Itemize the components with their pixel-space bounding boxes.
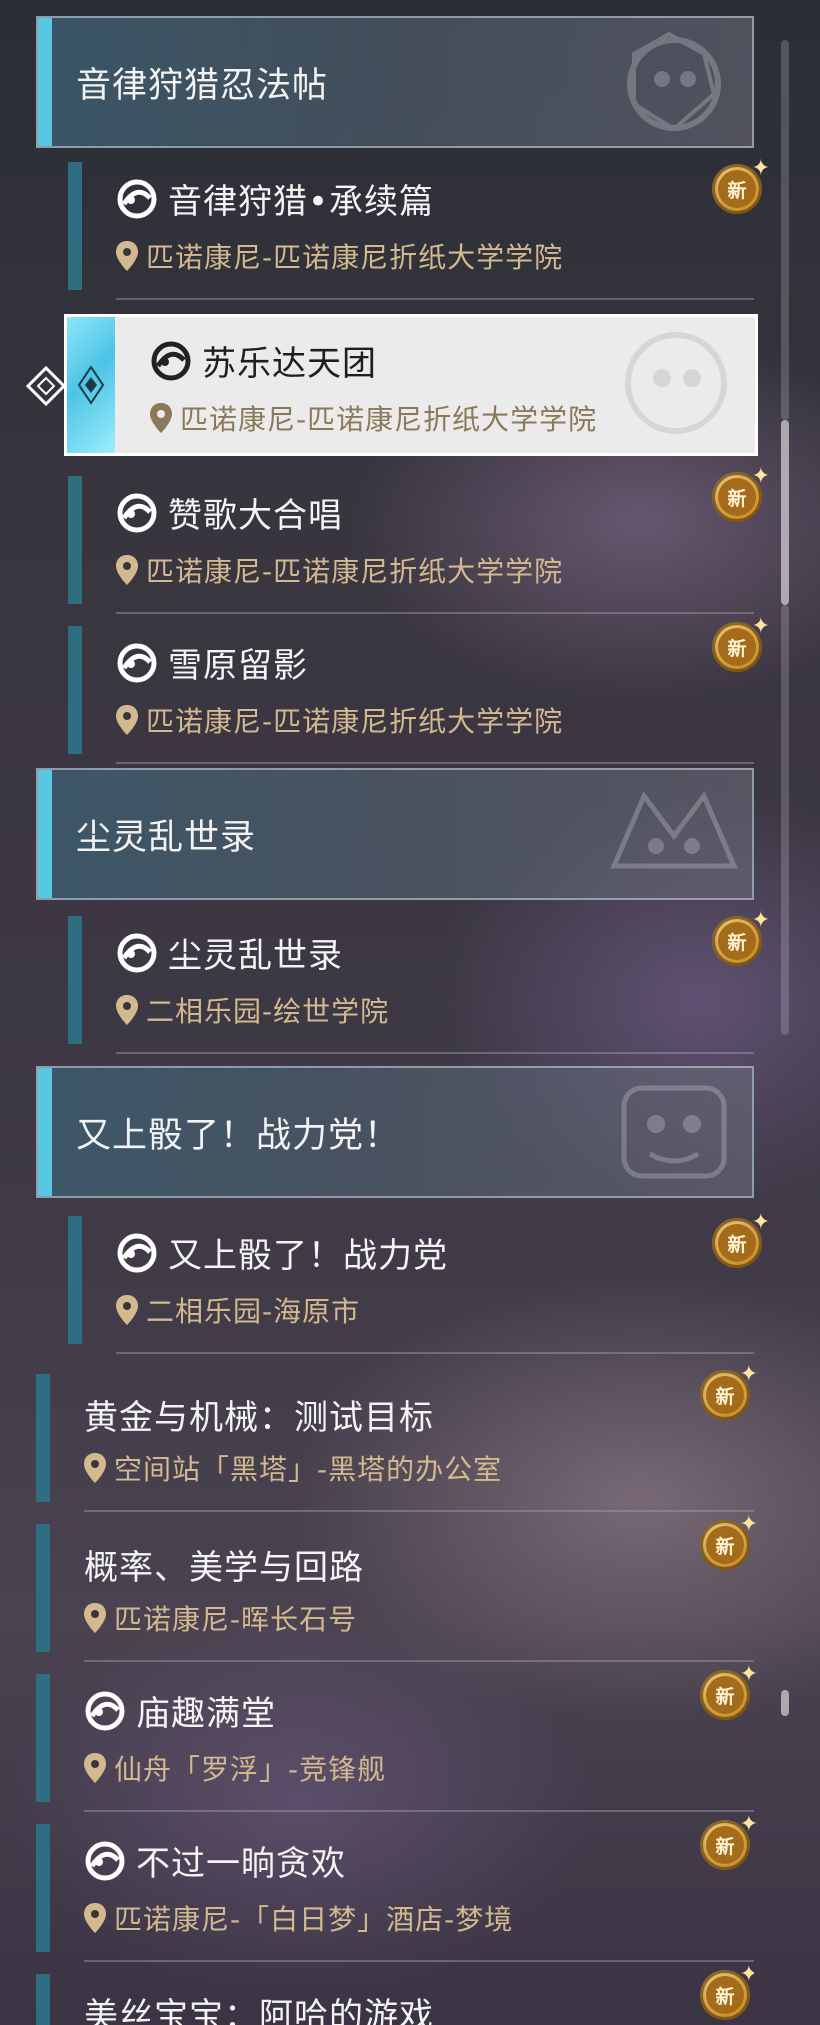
scrollbar-track[interactable]: [781, 40, 789, 420]
location-pin-icon: [116, 705, 138, 735]
scrollbar-thumb[interactable]: [781, 420, 789, 605]
quest-icon: [117, 1233, 157, 1272]
quest-title: 不过一晌贪欢: [136, 1844, 346, 1884]
quest-row[interactable]: 美丝宝宝：阿哈的游戏 新 ✦: [36, 1964, 754, 2025]
group-header-rhythm-hunt[interactable]: 音律狩猎忍法帖: [36, 16, 754, 148]
quest-location: 二相乐园-绘世学院: [146, 995, 390, 1028]
row-separator: [116, 298, 754, 300]
scrollbar-thumb[interactable]: [781, 1690, 789, 1716]
group-header-dust-chronicle[interactable]: 尘灵乱世录: [36, 768, 754, 900]
quest-icon: [151, 341, 191, 380]
group-accent-bar: [38, 1068, 52, 1196]
quest-icon: [117, 179, 157, 218]
quest-list: 音律狩猎忍法帖 音律狩猎•承续篇 匹诺康尼-匹诺康尼折纸大学学院 新 ✦ 苏乐达…: [0, 0, 820, 2025]
quest-title: 雪原留影: [168, 646, 308, 686]
selected-stripe: [67, 317, 115, 453]
row-accent-bar: [68, 626, 82, 754]
row-accent-bar: [36, 1674, 50, 1802]
group-emblem-icon: [625, 332, 727, 434]
row-separator: [116, 1352, 754, 1354]
quest-title: 美丝宝宝：阿哈的游戏: [84, 1996, 434, 2025]
quest-location: 匹诺康尼-晖长石号: [114, 1603, 358, 1636]
row-accent-bar: [68, 1216, 82, 1344]
quest-row[interactable]: 概率、美学与回路 匹诺康尼-晖长石号 新 ✦: [36, 1514, 758, 1662]
location-pin-icon: [116, 995, 138, 1025]
row-accent-bar: [36, 1374, 50, 1502]
row-separator: [116, 762, 754, 764]
row-separator: [84, 1510, 754, 1512]
row-separator: [116, 1052, 754, 1054]
group-accent-bar: [38, 770, 52, 898]
group-emblem-icon: [627, 31, 721, 132]
quest-row[interactable]: 不过一晌贪欢 匹诺康尼-「白日梦」酒店-梦境 新 ✦: [36, 1814, 758, 1962]
quest-location: 空间站「黑塔」-黑塔的办公室: [114, 1453, 503, 1486]
location-pin-icon: [84, 1603, 106, 1633]
group-emblem-icon: [621, 1085, 727, 1179]
row-accent-bar: [68, 162, 82, 290]
location-pin-icon: [116, 1295, 138, 1325]
new-badge: 新 ✦: [708, 466, 770, 528]
row-accent-bar: [36, 1524, 50, 1652]
quest-icon: [117, 933, 157, 972]
quest-location: 匹诺康尼-匹诺康尼折纸大学学院: [180, 403, 598, 436]
row-accent-bar: [68, 916, 82, 1044]
quest-icon: [85, 1691, 125, 1730]
location-pin-icon: [84, 1903, 106, 1933]
quest-row[interactable]: 赞歌大合唱 匹诺康尼-匹诺康尼折纸大学学院 新 ✦: [68, 466, 770, 614]
row-separator: [116, 612, 754, 614]
new-badge: 新 ✦: [696, 1514, 758, 1576]
new-badge: 新 ✦: [708, 1212, 770, 1274]
row-separator: [84, 1960, 754, 1962]
scrollbar-track[interactable]: [781, 605, 789, 1035]
group-header-dice-party[interactable]: 又上骰了！战力党！: [36, 1066, 754, 1198]
quest-title: 又上骰了！战力党: [168, 1236, 448, 1276]
quest-location: 匹诺康尼-「白日梦」酒店-梦境: [114, 1903, 514, 1936]
group-title: 音律狩猎忍法帖: [76, 65, 329, 106]
quest-row[interactable]: 音律狩猎•承续篇 匹诺康尼-匹诺康尼折纸大学学院 新 ✦: [68, 152, 770, 300]
row-accent-bar: [68, 476, 82, 604]
group-title: 尘灵乱世录: [76, 817, 257, 858]
quest-row[interactable]: 黄金与机械：测试目标 空间站「黑塔」-黑塔的办公室 新 ✦: [36, 1364, 758, 1512]
new-badge: 新 ✦: [708, 910, 770, 972]
quest-title: 概率、美学与回路: [84, 1548, 364, 1588]
quest-icon: [85, 1841, 125, 1880]
selection-cursor-icon: [25, 365, 67, 407]
new-badge: 新 ✦: [696, 1964, 754, 2025]
quest-icon: [117, 643, 157, 682]
new-badge: 新 ✦: [708, 616, 770, 678]
location-pin-icon: [150, 403, 172, 433]
group-emblem-icon: [610, 791, 738, 869]
quest-location: 匹诺康尼-匹诺康尼折纸大学学院: [146, 555, 564, 588]
quest-row[interactable]: 尘灵乱世录 二相乐园-绘世学院 新 ✦: [68, 906, 770, 1054]
quest-location: 仙舟「罗浮」-竞锋舰: [114, 1753, 387, 1786]
quest-location: 匹诺康尼-匹诺康尼折纸大学学院: [146, 241, 564, 274]
quest-location: 匹诺康尼-匹诺康尼折纸大学学院: [146, 705, 564, 738]
new-badge: 新 ✦: [696, 1814, 758, 1876]
quest-row[interactable]: 雪原留影 匹诺康尼-匹诺康尼折纸大学学院 新 ✦: [68, 616, 770, 764]
new-badge: 新 ✦: [696, 1664, 758, 1726]
new-badge: 新 ✦: [708, 158, 770, 220]
location-pin-icon: [116, 555, 138, 585]
quest-icon: [117, 493, 157, 532]
quest-row[interactable]: 庙趣满堂 仙舟「罗浮」-竞锋舰 新 ✦: [36, 1664, 758, 1812]
quest-title: 尘灵乱世录: [168, 936, 343, 976]
row-separator: [84, 1810, 754, 1812]
quest-title: 黄金与机械：测试目标: [84, 1398, 434, 1438]
quest-location: 二相乐园-海原市: [146, 1295, 361, 1328]
group-accent-bar: [38, 18, 52, 146]
quest-title: 苏乐达天团: [202, 344, 377, 384]
group-title: 又上骰了！战力党！: [76, 1115, 401, 1156]
row-separator: [84, 1660, 754, 1662]
new-badge: 新 ✦: [696, 1364, 758, 1426]
location-pin-icon: [84, 1453, 106, 1483]
row-accent-bar: [36, 1974, 50, 2025]
location-pin-icon: [84, 1753, 106, 1783]
quest-title: 音律狩猎•承续篇: [168, 182, 435, 222]
quest-row-selected[interactable]: 苏乐达天团 匹诺康尼-匹诺康尼折纸大学学院: [64, 314, 758, 456]
row-accent-bar: [36, 1824, 50, 1952]
quest-row[interactable]: 又上骰了！战力党 二相乐园-海原市 新 ✦: [68, 1206, 770, 1354]
location-pin-icon: [116, 241, 138, 271]
quest-title: 赞歌大合唱: [168, 496, 343, 536]
quest-title: 庙趣满堂: [136, 1694, 276, 1734]
